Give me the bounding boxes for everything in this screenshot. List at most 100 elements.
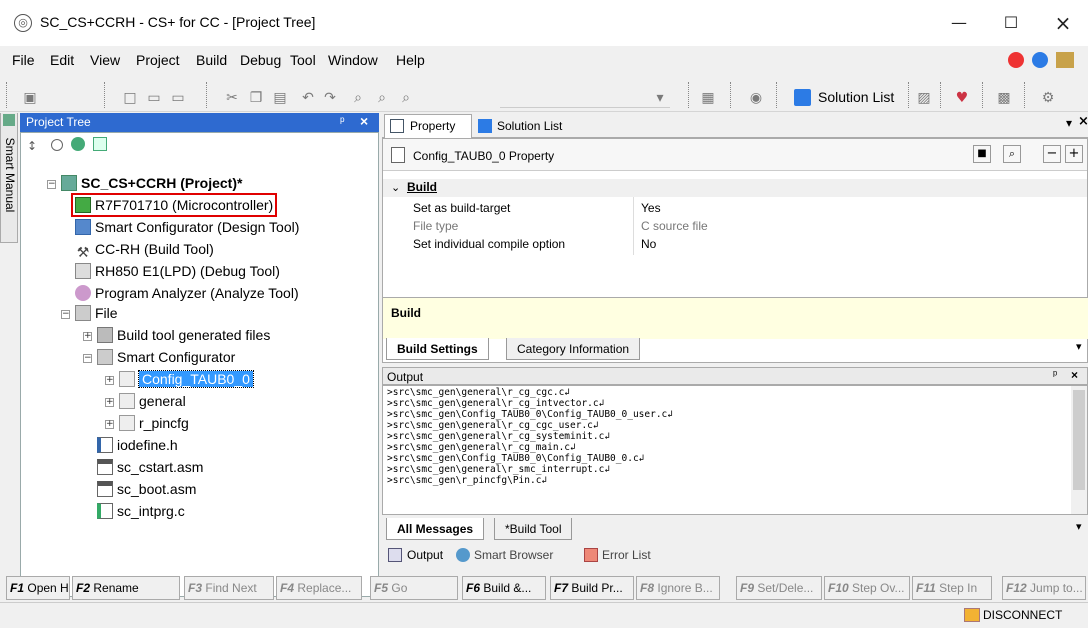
save-icon[interactable]: ▭ [170,90,186,106]
column-divider[interactable] [633,197,634,255]
toolbar-grip[interactable] [776,82,780,108]
menu-tool[interactable]: Tool [290,52,316,68]
chevron-down-icon[interactable]: ▾ [1066,116,1072,130]
search-combobox[interactable] [500,88,670,108]
property-value[interactable]: No [641,237,656,251]
new-file-icon[interactable]: □ [122,90,138,106]
run-icon[interactable]: ◉ [748,90,764,106]
toolbar-grip[interactable] [940,82,944,108]
tree-item-analyze-tool[interactable]: Program Analyzer (Analyze Tool) [75,283,299,303]
fkey-f10[interactable]: F10 Step Ov... [824,576,910,600]
tree-item-build-tool-generated[interactable]: Build tool generated files [97,325,270,345]
fkey-f11[interactable]: F11 Step In [912,576,992,600]
expand-icon[interactable]: + [105,420,114,429]
fkey-f1[interactable]: F1 Open H... [6,576,70,600]
toolbar-grip[interactable] [104,82,108,108]
heart-icon[interactable]: ♥ [954,90,970,106]
fkey-f5[interactable]: F5 Go [370,576,458,600]
plugin-icon[interactable]: ▨ [916,90,932,106]
feedback-icon[interactable] [1008,52,1024,68]
maximize-button[interactable]: ☐ [988,6,1034,40]
find-next-icon[interactable]: ⌕ [374,90,390,106]
fkey-f4[interactable]: F4 Replace... [276,576,362,600]
toolbar-grip[interactable] [982,82,986,108]
toolbar-grip[interactable] [688,82,692,108]
build-icon[interactable]: ▣ [22,90,38,106]
toolbar-grip[interactable] [730,82,734,108]
tree-item-debug-tool[interactable]: RH850 E1(LPD) (Debug Tool) [75,261,280,281]
redo-icon[interactable]: ↷ [322,90,338,106]
chevron-down-icon[interactable]: ⌄ [391,181,400,194]
tree-item-sc-cstart[interactable]: sc_cstart.asm [97,457,203,477]
network-icon[interactable]: ▩ [996,90,1012,106]
build-project-icon[interactable]: ▦ [700,90,716,106]
expand-all-button[interactable]: + [1065,145,1083,163]
menu-build[interactable]: Build [196,52,227,68]
chevron-down-icon[interactable]: ▾ [1076,520,1082,533]
find-icon[interactable]: ⌕ [350,90,366,106]
paste-icon[interactable]: ▤ [272,90,288,106]
tree-item-microcontroller[interactable]: R7F701710 (Microcontroller) [71,193,278,217]
settings-icon[interactable]: ⚙ [1040,90,1056,106]
cut-icon[interactable]: ✂ [224,90,240,106]
tab-smart-browser[interactable]: Smart Browser [474,548,553,562]
sort-icon[interactable]: ↕ [27,139,37,153]
collapse-icon[interactable]: − [61,310,70,319]
tree-item-project[interactable]: SC_CS+CCRH (Project)* [61,173,242,193]
close-panel-button[interactable]: × [360,113,368,129]
expand-icon[interactable]: + [83,332,92,341]
undo-icon[interactable]: ↶ [300,90,316,106]
menu-project[interactable]: Project [136,52,180,68]
close-button[interactable]: × [1040,6,1086,40]
tree-item-r-pincfg[interactable]: r_pincfg [119,413,189,433]
toolbar-grip[interactable] [6,82,10,108]
tree-item-iodefine[interactable]: iodefine.h [97,435,178,455]
expand-icon[interactable]: + [105,376,114,385]
fkey-f3[interactable]: F3 Find Next [184,576,274,600]
tree-item-smart-configurator-tool[interactable]: Smart Configurator (Design Tool) [75,217,299,237]
menu-view[interactable]: View [90,52,120,68]
minimize-button[interactable]: — [936,6,982,40]
expand-icon[interactable]: + [105,398,114,407]
chevron-down-icon[interactable]: ▾ [652,90,668,106]
close-icon[interactable]: × [1071,368,1078,382]
tab-build-tool[interactable]: *Build Tool [494,518,573,540]
lock-icon[interactable]: ■ [973,145,991,163]
fkey-f8[interactable]: F8 Ignore B... [636,576,720,600]
tree-item-config-taub0[interactable]: Config_TAUB0_0 [119,369,254,389]
solution-list-icon[interactable] [794,89,811,106]
tab-all-messages[interactable]: All Messages [386,518,485,540]
toolbar-grip[interactable] [206,82,210,108]
refresh-icon[interactable] [93,137,107,151]
help-icon[interactable] [1032,52,1048,68]
collapse-icon[interactable]: − [47,180,56,189]
tab-build-settings[interactable]: Build Settings [386,338,489,360]
tab-error-list[interactable]: Error List [602,548,651,562]
fkey-f6[interactable]: F6 Build &... [462,576,546,600]
tree-item-smart-configurator-folder[interactable]: Smart Configurator [97,347,235,367]
menu-debug[interactable]: Debug [240,52,281,68]
tab-output[interactable]: Output [407,548,443,562]
menu-file[interactable]: File [12,52,35,68]
member-icon[interactable] [71,137,85,151]
search-icon[interactable]: ⌕ [1003,145,1021,163]
fkey-f7[interactable]: F7 Build Pr... [550,576,634,600]
fkey-f2[interactable]: F2 Rename [72,576,180,600]
menu-help[interactable]: Help [396,52,425,68]
property-value[interactable]: Yes [641,201,661,215]
tab-solution-list[interactable]: Solution List [497,119,562,133]
replace-icon[interactable]: ⌕ [398,90,414,106]
output-log[interactable]: >src\smc_gen\general\r_cg_cgc.c↲ >src\sm… [382,385,1088,515]
scrollbar-thumb[interactable] [1073,390,1085,490]
collapse-icon[interactable]: − [83,354,92,363]
category-row[interactable] [383,179,1087,197]
pin-icon[interactable]: ᵖ [1053,369,1057,381]
fkey-f12[interactable]: F12 Jump to... [1002,576,1086,600]
tree-item-sc-boot[interactable]: sc_boot.asm [97,479,196,499]
property-icon[interactable] [51,139,63,151]
tree-item-general[interactable]: general [119,391,186,411]
tool-icon[interactable] [1056,52,1074,68]
toolbar-grip[interactable] [908,82,912,108]
tree-item-file[interactable]: File [75,303,118,323]
menu-edit[interactable]: Edit [50,52,74,68]
